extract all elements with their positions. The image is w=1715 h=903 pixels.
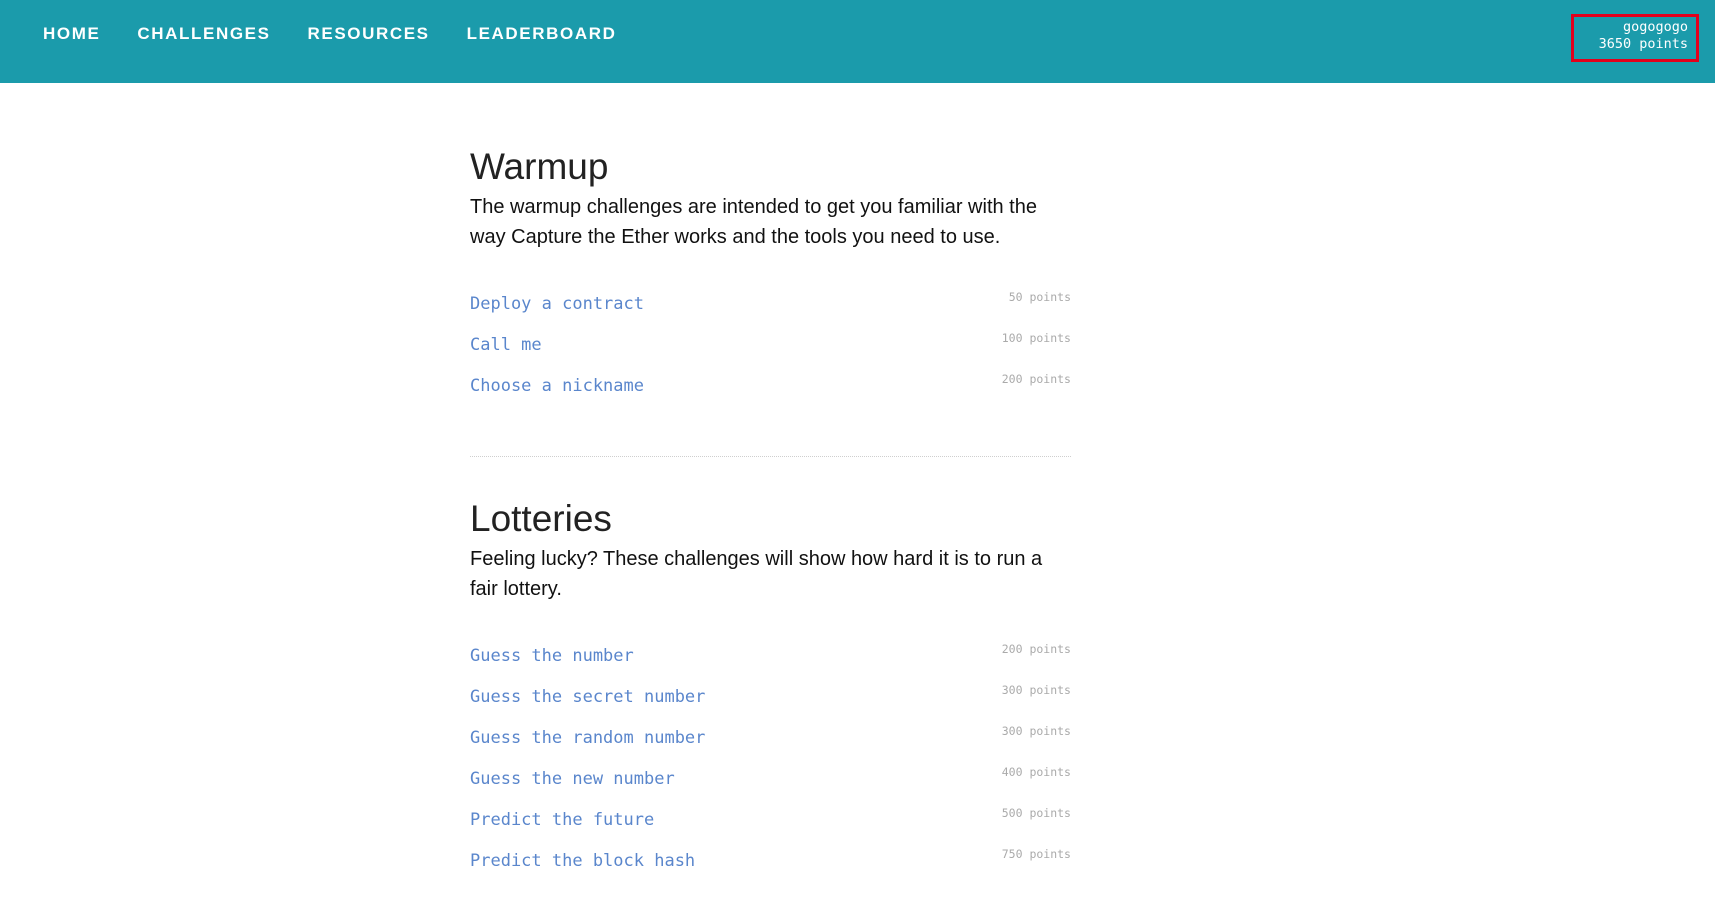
challenge-item: Predict the future 500 points [470, 806, 1071, 849]
challenge-item: Deploy a contract 50 points [470, 290, 1071, 333]
section-title: Lotteries [470, 498, 612, 539]
section-lotteries: Lotteries Feeling lucky? These challenge… [470, 497, 1071, 890]
challenge-list: Deploy a contract 50 points Call me 100 … [470, 290, 1071, 415]
challenge-points: 750 points [1001, 847, 1071, 861]
nav-resources[interactable]: RESOURCES [308, 24, 430, 44]
section-description: Feeling lucky? These challenges will sho… [470, 548, 1043, 600]
challenge-item: Call me 100 points [470, 331, 1071, 374]
challenge-link[interactable]: Guess the new number [470, 767, 675, 791]
challenge-item: Choose a nickname 200 points [470, 372, 1071, 415]
challenge-list: Guess the number 200 points Guess the se… [470, 642, 1071, 890]
challenge-link[interactable]: Predict the future [470, 808, 654, 832]
challenge-points: 100 points [1001, 331, 1071, 345]
top-navigation-bar: HOME CHALLENGES RESOURCES LEADERBOARD go… [0, 0, 1715, 83]
challenge-link[interactable]: Guess the secret number [470, 685, 705, 709]
user-points: 3650 points [1598, 36, 1688, 52]
challenge-link[interactable]: Guess the number [470, 644, 634, 668]
challenge-points: 200 points [1001, 642, 1071, 656]
nav-leaderboard[interactable]: LEADERBOARD [467, 24, 617, 44]
challenge-points: 300 points [1001, 683, 1071, 697]
challenge-points: 200 points [1001, 372, 1071, 386]
challenge-points: 400 points [1001, 765, 1071, 779]
nav-challenges[interactable]: CHALLENGES [137, 24, 270, 44]
username: gogogogo [1622, 19, 1688, 35]
challenge-item: Predict the block hash 750 points [470, 847, 1071, 890]
section-title: Warmup [470, 146, 609, 187]
challenge-item: Guess the number 200 points [470, 642, 1071, 685]
user-score-box[interactable]: gogogogo 3650 points [1571, 14, 1699, 62]
challenge-link[interactable]: Deploy a contract [470, 292, 644, 316]
challenge-link[interactable]: Predict the block hash [470, 849, 695, 873]
section-description: The warmup challenges are intended to ge… [470, 196, 1037, 248]
main-nav: HOME CHALLENGES RESOURCES LEADERBOARD [43, 24, 653, 44]
challenge-points: 50 points [1008, 290, 1071, 304]
challenge-item: Guess the new number 400 points [470, 765, 1071, 808]
nav-home[interactable]: HOME [43, 24, 100, 44]
challenge-link[interactable]: Choose a nickname [470, 374, 644, 398]
challenges-content: Warmup The warmup challenges are intende… [470, 145, 1071, 890]
challenge-item: Guess the secret number 300 points [470, 683, 1071, 726]
challenge-link[interactable]: Guess the random number [470, 726, 705, 750]
challenge-points: 500 points [1001, 806, 1071, 820]
section-divider [470, 456, 1071, 457]
challenge-item: Guess the random number 300 points [470, 724, 1071, 767]
challenge-link[interactable]: Call me [470, 333, 542, 357]
section-warmup: Warmup The warmup challenges are intende… [470, 145, 1071, 415]
challenge-points: 300 points [1001, 724, 1071, 738]
